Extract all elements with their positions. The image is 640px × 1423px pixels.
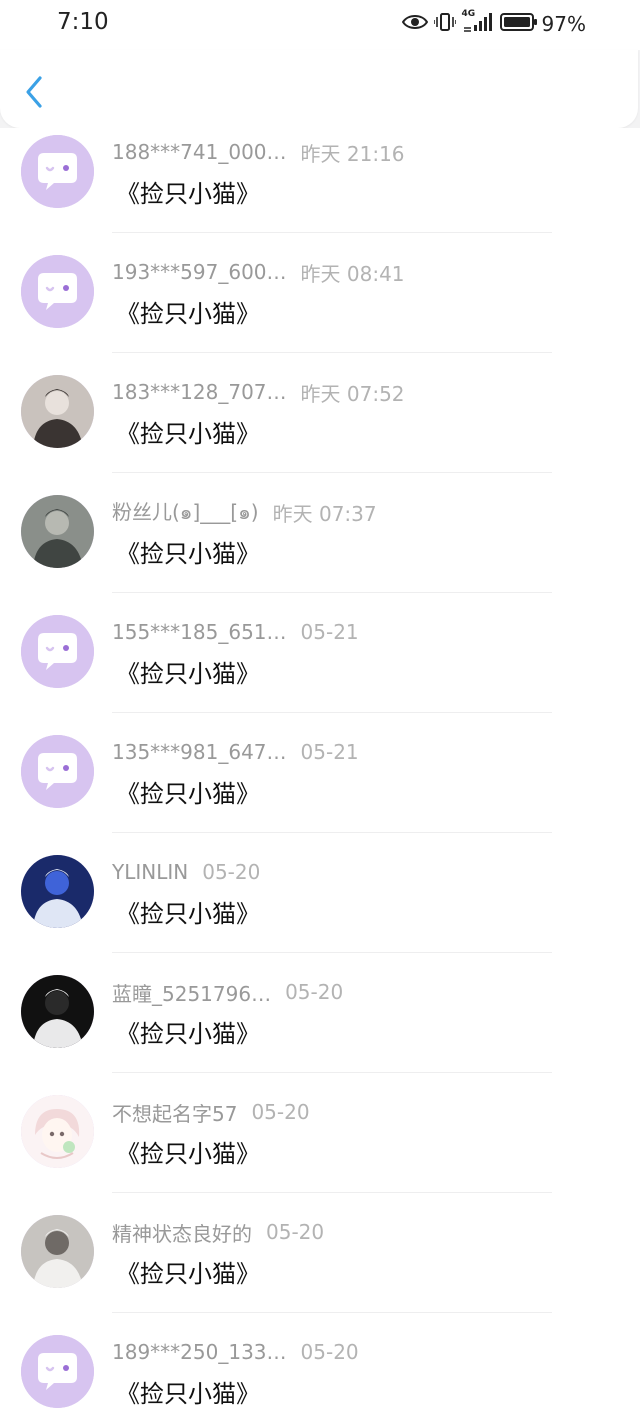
message-preview: 《捡只小猫》 bbox=[116, 1020, 260, 1048]
sender-line: 精神状态良好的 05-20 bbox=[112, 1217, 324, 1247]
list-item[interactable]: 155***185_651… 05-21 《捡只小猫》 bbox=[0, 608, 640, 728]
message-time: 昨天 07:52 bbox=[300, 381, 405, 406]
divider bbox=[112, 1192, 552, 1193]
list-item[interactable]: 不想起名字57 05-20 《捡只小猫》 bbox=[0, 1088, 640, 1208]
message-preview: 《捡只小猫》 bbox=[116, 900, 260, 928]
sender-name: 不想起名字57 bbox=[112, 1101, 238, 1126]
list-item[interactable]: 193***597_600… 昨天 08:41 《捡只小猫》 bbox=[0, 248, 640, 368]
sender-name: 155***185_651… bbox=[112, 620, 287, 644]
divider bbox=[112, 832, 552, 833]
sender-line: 188***741_000… 昨天 21:16 bbox=[112, 137, 405, 167]
avatar[interactable] bbox=[21, 615, 94, 688]
avatar[interactable] bbox=[21, 495, 94, 568]
list-item[interactable]: 蓝瞳_5251796… 05-20 《捡只小猫》 bbox=[0, 968, 640, 1088]
message-preview: 《捡只小猫》 bbox=[116, 180, 260, 208]
sender-line: 193***597_600… 昨天 08:41 bbox=[112, 257, 405, 287]
back-button[interactable] bbox=[16, 70, 56, 114]
header-bar bbox=[0, 50, 638, 128]
avatar[interactable] bbox=[21, 735, 94, 808]
sender-name: 蓝瞳_5251796… bbox=[112, 981, 272, 1006]
list-item[interactable]: 188***741_000… 昨天 21:16 《捡只小猫》 bbox=[0, 128, 640, 248]
message-time: 昨天 07:37 bbox=[272, 501, 377, 526]
sender-name: 193***597_600… bbox=[112, 260, 287, 284]
message-time: 05-20 bbox=[285, 980, 344, 1004]
divider bbox=[112, 1312, 552, 1313]
sender-line: 蓝瞳_5251796… 05-20 bbox=[112, 977, 343, 1007]
battery-percent: 97% bbox=[541, 12, 586, 36]
divider bbox=[112, 712, 552, 713]
sender-name: 188***741_000… bbox=[112, 140, 287, 164]
sender-line: 粉丝儿(๑]___[๑) 昨天 07:37 bbox=[112, 497, 377, 527]
sender-name: 189***250_133… bbox=[112, 1340, 287, 1364]
list-item[interactable]: 135***981_647… 05-21 《捡只小猫》 bbox=[0, 728, 640, 848]
list-item[interactable]: 189***250_133… 05-20 《捡只小猫》 bbox=[0, 1328, 640, 1423]
message-time: 05-21 bbox=[300, 740, 359, 764]
sender-name: 精神状态良好的 bbox=[112, 1221, 252, 1246]
message-time: 05-20 bbox=[251, 1100, 310, 1124]
sender-line: YLINLIN 05-20 bbox=[112, 857, 260, 887]
chevron-left-icon bbox=[26, 76, 42, 108]
vibrate-icon bbox=[432, 11, 457, 37]
message-time: 昨天 21:16 bbox=[300, 141, 405, 166]
avatar[interactable] bbox=[21, 1215, 94, 1288]
message-preview: 《捡只小猫》 bbox=[116, 780, 260, 808]
message-time: 05-20 bbox=[202, 860, 261, 884]
message-preview: 《捡只小猫》 bbox=[116, 1380, 260, 1408]
sender-name: YLINLIN bbox=[112, 860, 189, 884]
sender-line: 183***128_707… 昨天 07:52 bbox=[112, 377, 405, 407]
message-preview: 《捡只小猫》 bbox=[116, 660, 260, 688]
network-type-label: 4G bbox=[461, 9, 476, 19]
list-item[interactable]: 183***128_707… 昨天 07:52 《捡只小猫》 bbox=[0, 368, 640, 488]
list-item[interactable]: 粉丝儿(๑]___[๑) 昨天 07:37 《捡只小猫》 bbox=[0, 488, 640, 608]
sender-line: 155***185_651… 05-21 bbox=[112, 617, 359, 647]
message-list: 188***741_000… 昨天 21:16 《捡只小猫》 193***597_60… bbox=[0, 128, 640, 1423]
signal-icon: 4G bbox=[461, 9, 494, 37]
avatar[interactable] bbox=[21, 1095, 94, 1168]
avatar[interactable] bbox=[21, 255, 94, 328]
sender-line: 135***981_647… 05-21 bbox=[112, 737, 359, 767]
divider bbox=[112, 952, 552, 953]
divider bbox=[112, 1072, 552, 1073]
avatar[interactable] bbox=[21, 135, 94, 208]
eye-icon bbox=[401, 12, 428, 36]
sender-name: 135***981_647… bbox=[112, 740, 287, 764]
message-time: 05-20 bbox=[300, 1340, 359, 1364]
divider bbox=[112, 472, 552, 473]
message-preview: 《捡只小猫》 bbox=[116, 1260, 260, 1288]
avatar[interactable] bbox=[21, 975, 94, 1048]
message-preview: 《捡只小猫》 bbox=[116, 300, 260, 328]
message-time: 05-21 bbox=[300, 620, 359, 644]
message-time: 昨天 08:41 bbox=[300, 261, 405, 286]
sender-name: 183***128_707… bbox=[112, 380, 287, 404]
list-item[interactable]: 精神状态良好的 05-20 《捡只小猫》 bbox=[0, 1208, 640, 1328]
message-time: 05-20 bbox=[266, 1220, 325, 1244]
status-bar: 7:10 4G 97% bbox=[0, 0, 640, 50]
sender-name: 粉丝儿(๑]___[๑) bbox=[112, 500, 259, 524]
avatar[interactable] bbox=[21, 375, 94, 448]
battery-icon bbox=[499, 12, 538, 36]
status-icons: 4G 97% bbox=[396, 9, 586, 38]
divider bbox=[112, 232, 552, 233]
message-preview: 《捡只小猫》 bbox=[116, 540, 260, 568]
sender-line: 189***250_133… 05-20 bbox=[112, 1337, 359, 1367]
divider bbox=[112, 352, 552, 353]
avatar[interactable] bbox=[21, 855, 94, 928]
avatar[interactable] bbox=[21, 1335, 94, 1408]
message-preview: 《捡只小猫》 bbox=[116, 1140, 260, 1168]
divider bbox=[112, 592, 552, 593]
sender-line: 不想起名字57 05-20 bbox=[112, 1097, 310, 1127]
list-item[interactable]: YLINLIN 05-20 《捡只小猫》 bbox=[0, 848, 640, 968]
status-time: 7:10 bbox=[57, 9, 109, 35]
message-preview: 《捡只小猫》 bbox=[116, 420, 260, 448]
